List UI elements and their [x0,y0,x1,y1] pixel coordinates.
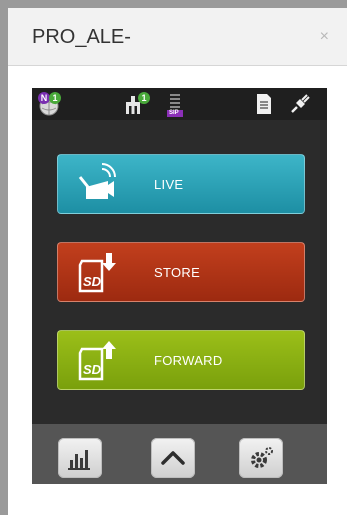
sd-card-upload-icon: SD [72,339,124,383]
window-title: PRO_ALE- [32,26,131,48]
forward-button[interactable]: SD FORWARD [57,330,305,390]
title-bar: PRO_ALE- × [8,8,347,66]
network-badge-count: 1 [138,92,150,104]
store-button[interactable]: SD STORE [57,242,305,302]
statistics-button[interactable] [58,438,102,478]
camera-broadcast-icon [72,163,124,207]
device-panel: N 1 1 SIP LIVE SD STORE SD FORWARD [32,88,327,484]
close-icon[interactable]: × [320,28,329,46]
store-button-label: STORE [154,265,201,280]
sip-label: SIP [169,110,179,116]
bottom-toolbar [32,424,327,484]
sd-card-download-icon: SD [72,251,124,295]
status-bar: N 1 1 SIP [32,88,327,120]
globe-status-icon[interactable]: N 1 [38,92,68,116]
settings-button[interactable] [239,438,283,478]
live-button[interactable]: LIVE [57,154,305,214]
forward-button-label: FORWARD [154,353,223,368]
live-button-label: LIVE [154,177,184,192]
svg-text:SD: SD [83,274,102,289]
network-icon[interactable]: 1 [120,92,150,116]
collapse-button[interactable] [151,438,195,478]
plug-icon[interactable] [288,92,312,116]
chevron-up-icon [161,451,185,465]
svg-text:SD: SD [83,362,102,377]
window-frame-left [0,0,8,515]
sip-signal-icon[interactable]: SIP [166,92,186,117]
notification-badge-count: 1 [49,92,61,104]
bar-chart-icon [68,450,90,470]
window-frame-top [0,0,347,8]
document-icon[interactable] [254,92,274,116]
gear-icon [251,447,273,468]
